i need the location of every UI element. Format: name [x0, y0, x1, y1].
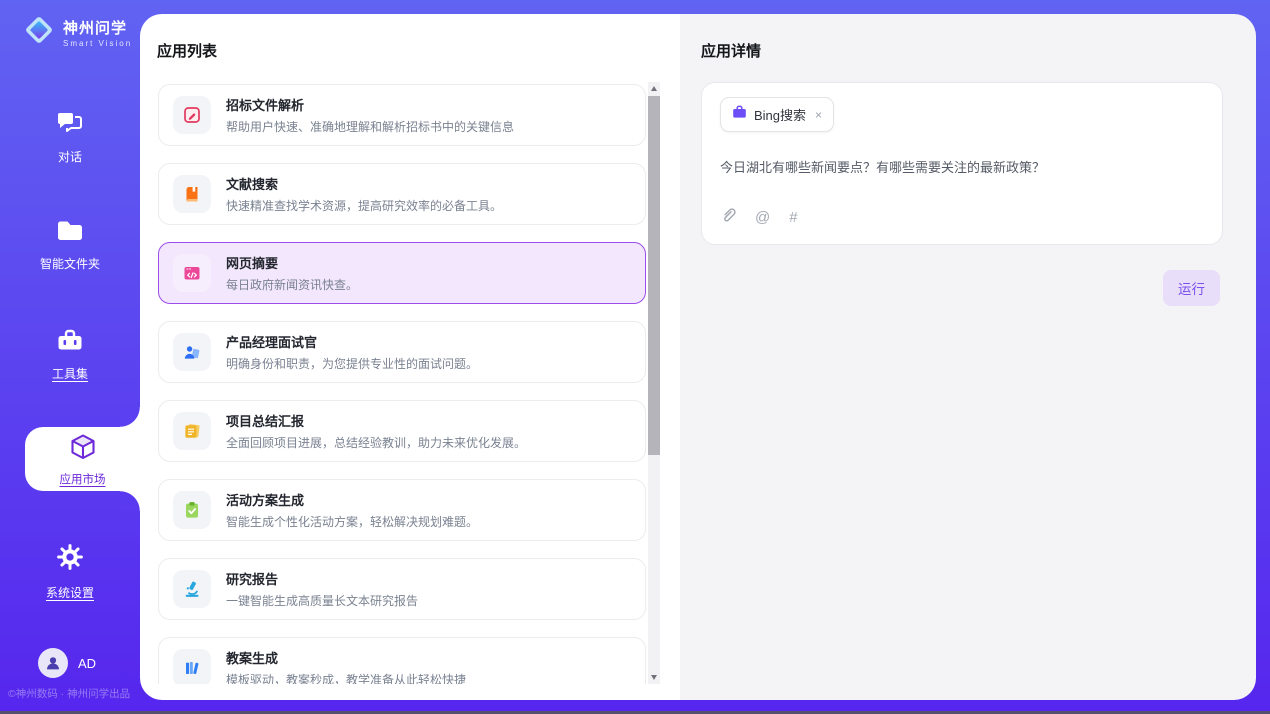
cube-icon: [68, 432, 98, 467]
sidebar-item-chat[interactable]: 对话: [0, 110, 140, 165]
app-title: 网页摘要: [226, 253, 358, 272]
sidebar-item-label: 智能文件夹: [0, 255, 140, 272]
app-description: 明确身份和职责，为您提供专业性的面试问题。: [226, 355, 478, 372]
interviewer-icon: [173, 333, 211, 371]
user-initials: AD: [78, 656, 96, 671]
app-logo: 神州问学 Smart Vision: [22, 13, 132, 52]
app-title: 研究报告: [226, 569, 418, 588]
app-title: 文献搜索: [226, 174, 502, 193]
paperclip-icon[interactable]: [720, 206, 736, 228]
app-card-project-summary[interactable]: 项目总结汇报 全面回顾项目进展，总结经验教训，助力未来优化发展。: [158, 400, 646, 462]
app-description: 智能生成个性化活动方案，轻松解决规划难题。: [226, 513, 478, 530]
tool-tag-bing-search[interactable]: Bing搜索 ×: [720, 97, 834, 132]
app-card-research-report[interactable]: 研究报告 一键智能生成高质量长文本研究报告: [158, 558, 646, 620]
app-detail-title: 应用详情: [701, 40, 761, 61]
gear-icon: [55, 559, 85, 576]
microscope-icon: [173, 570, 211, 608]
app-title: 活动方案生成: [226, 490, 478, 509]
copyright-text: ©神州数码 · 神州问学出品: [8, 686, 130, 701]
app-title: 产品经理面试官: [226, 332, 478, 351]
app-list: 招标文件解析 帮助用户快速、准确地理解和解析招标书中的关键信息 文献搜索 快速精…: [158, 84, 646, 684]
app-description: 一键智能生成高质量长文本研究报告: [226, 592, 418, 609]
content-area: 应用列表 招标文件解析 帮助用户快速、准确地理解和解析招标书中的关键信息: [140, 14, 1256, 700]
prompt-card[interactable]: Bing搜索 × 今日湖北有哪些新闻要点？有哪些需要关注的最新政策？ @ #: [701, 82, 1223, 245]
app-title: 项目总结汇报: [226, 411, 526, 430]
app-name: 神州问学: [63, 20, 127, 37]
app-description: 每日政府新闻资讯快查。: [226, 276, 358, 293]
sidebar-item-app-market[interactable]: 应用市场: [25, 427, 140, 491]
active-tab-curve-bottom: [120, 491, 140, 511]
app-subname: Smart Vision: [63, 39, 132, 48]
clipboard-check-icon: [173, 491, 211, 529]
app-card-event-plan[interactable]: 活动方案生成 智能生成个性化活动方案，轻松解决规划难题。: [158, 479, 646, 541]
sidebar-item-label: 对话: [0, 148, 140, 165]
books-icon: [173, 649, 211, 684]
document-pen-icon: [173, 96, 211, 134]
app-card-lesson-plan[interactable]: 教案生成 模板驱动，教案秒成，教学准备从此轻松快捷: [158, 637, 646, 684]
user-account[interactable]: AD: [38, 648, 96, 678]
run-button[interactable]: 运行: [1163, 270, 1220, 306]
logo-diamond-icon: [22, 13, 56, 52]
toolbox-icon: [55, 340, 85, 357]
sidebar-item-label: 系统设置: [0, 584, 140, 601]
app-list-title: 应用列表: [157, 40, 217, 61]
app-description: 全面回顾项目进展，总结经验教训，助力未来优化发展。: [226, 434, 526, 451]
active-tab-curve-top: [120, 407, 140, 427]
scrollbar-thumb[interactable]: [648, 96, 660, 455]
sidebar-item-smart-folder[interactable]: 智能文件夹: [0, 218, 140, 272]
app-card-pm-interviewer[interactable]: 产品经理面试官 明确身份和职责，为您提供专业性的面试问题。: [158, 321, 646, 383]
app-description: 帮助用户快速、准确地理解和解析招标书中的关键信息: [226, 118, 514, 135]
book-icon: [173, 175, 211, 213]
app-list-panel: 应用列表 招标文件解析 帮助用户快速、准确地理解和解析招标书中的关键信息: [140, 14, 680, 700]
sidebar-item-toolset[interactable]: 工具集: [0, 327, 140, 382]
attachment-toolbar: @ #: [720, 206, 798, 228]
app-description: 快速精准查找学术资源，提高研究效率的必备工具。: [226, 197, 502, 214]
sidebar-item-settings[interactable]: 系统设置: [0, 542, 140, 601]
app-card-web-summary[interactable]: 网页摘要 每日政府新闻资讯快查。: [158, 242, 646, 304]
app-title: 教案生成: [226, 648, 466, 667]
avatar: [38, 648, 68, 678]
tool-tag-label: Bing搜索: [754, 105, 806, 124]
app-title: 招标文件解析: [226, 95, 514, 114]
app-list-scrollbar[interactable]: [648, 82, 660, 684]
query-input[interactable]: 今日湖北有哪些新闻要点？有哪些需要关注的最新政策？: [720, 158, 1204, 178]
sidebar-item-label: 工具集: [0, 365, 140, 382]
folder-icon: [55, 230, 85, 247]
app-description: 模板驱动，教案秒成，教学准备从此轻松快捷: [226, 671, 466, 684]
hash-icon[interactable]: #: [789, 209, 797, 226]
app-card-literature-search[interactable]: 文献搜索 快速精准查找学术资源，提高研究效率的必备工具。: [158, 163, 646, 225]
close-icon[interactable]: ×: [815, 108, 822, 122]
chat-icon: [55, 123, 85, 140]
briefcase-icon: [732, 105, 747, 124]
scroll-down-icon[interactable]: [648, 671, 660, 684]
sidebar-item-label: 应用市场: [60, 471, 106, 487]
scroll-up-icon[interactable]: [648, 82, 660, 95]
app-card-bid-document-parsing[interactable]: 招标文件解析 帮助用户快速、准确地理解和解析招标书中的关键信息: [158, 84, 646, 146]
sidebar: 神州问学 Smart Vision 对话 智能文件夹: [0, 0, 140, 714]
app-detail-panel: 应用详情 Bing搜索 × 今日湖北有哪些新闻要点？有哪些需要关注的最新政策？: [680, 14, 1256, 700]
mention-icon[interactable]: @: [755, 209, 770, 226]
sticky-notes-icon: [173, 412, 211, 450]
browser-code-icon: [173, 254, 211, 292]
